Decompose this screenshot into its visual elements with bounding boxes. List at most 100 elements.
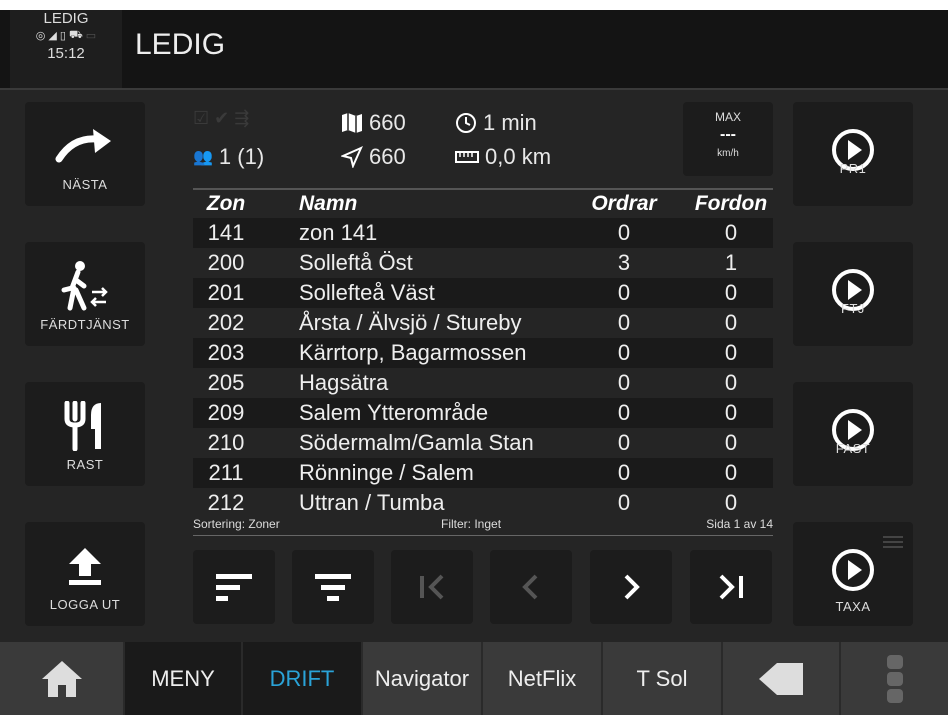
table-row[interactable]: 212 Uttran / Tumba 0 0 [193, 488, 773, 518]
chevron-right-icon [624, 574, 640, 600]
chevron-left-icon [522, 574, 538, 600]
app-screen: LEDIG ◎ ◢ ▯ ⛟ ▭ 15:12 LEDIG NÄSTA FÄRDTJ… [0, 10, 948, 715]
nav-drift[interactable]: DRIFT [243, 642, 363, 715]
time-value: 1 min [483, 110, 537, 135]
header-name[interactable]: Namn [259, 192, 559, 216]
table-row[interactable]: 203 Kärrtorp, Bagarmossen 0 0 [193, 338, 773, 368]
upload-icon [25, 540, 145, 592]
table-row[interactable]: 202 Årsta / Älvsjö / Stureby 0 0 [193, 308, 773, 338]
max-label: MAX [714, 110, 741, 124]
card-icon: ▭ [85, 30, 97, 42]
sort-status: Sortering: Zoner [193, 517, 280, 531]
table-row[interactable]: 141 zon 141 0 0 [193, 218, 773, 248]
play-circle-icon [793, 544, 913, 596]
cell-name: Årsta / Älvsjö / Stureby [299, 310, 522, 335]
first-page-icon [420, 574, 444, 600]
more-button[interactable] [841, 642, 948, 715]
next-button[interactable]: NÄSTA [25, 102, 145, 206]
cell-vehicles: 0 [724, 490, 738, 515]
cell-orders: 0 [617, 340, 631, 365]
nav-count: 660 [369, 144, 406, 169]
table-row[interactable]: 210 Södermalm/Gamla Stan 0 0 [193, 428, 773, 458]
nav-info: 660 [341, 144, 406, 170]
table-row[interactable]: 209 Salem Ytterområde 0 0 [193, 398, 773, 428]
pr1-button[interactable]: PR1 [793, 102, 913, 206]
cell-vehicles: 1 [724, 250, 738, 275]
person-walking-icon [25, 260, 145, 312]
next-page-button[interactable] [590, 550, 672, 624]
header-orders[interactable]: Ordrar [559, 192, 689, 216]
table-row[interactable]: 205 Hagsätra 0 0 [193, 368, 773, 398]
cell-orders: 0 [617, 310, 631, 335]
cell-orders: 0 [617, 280, 631, 305]
home-icon [41, 660, 82, 697]
filter-status: Filter: Inget [441, 517, 502, 531]
header-vehicles[interactable]: Fordon [689, 192, 773, 216]
cell-orders: 0 [617, 430, 631, 455]
cell-zone: 200 [207, 250, 245, 275]
status-time: 15:12 [47, 45, 85, 62]
back-button[interactable] [723, 642, 841, 715]
people-info: 👥 1 (1) [193, 144, 264, 170]
top-bar: LEDIG ◎ ◢ ▯ ⛟ ▭ 15:12 LEDIG [0, 10, 948, 90]
cell-name: Södermalm/Gamla Stan [299, 430, 534, 455]
car-icon: ⛟ [68, 29, 83, 41]
people-count: 1 (1) [218, 144, 265, 169]
filter-button[interactable] [292, 550, 374, 624]
cell-zone: 202 [207, 310, 245, 335]
home-button[interactable] [0, 642, 125, 715]
status-icons: ◎ ◢ ▯ ⛟ ▭ [10, 29, 122, 43]
table-row[interactable]: 200 Solleftå Öst 3 1 [193, 248, 773, 278]
nav-tsol[interactable]: T Sol [603, 642, 723, 715]
cell-vehicles: 0 [724, 280, 738, 305]
map-icon [342, 113, 362, 133]
nav-menu[interactable]: MENY [125, 642, 243, 715]
map-count: 660 [369, 110, 406, 135]
cell-zone: 211 [208, 460, 244, 485]
table-row[interactable]: 211 Rönninge / Salem 0 0 [193, 458, 773, 488]
ruler-icon [455, 151, 479, 163]
last-page-button[interactable] [690, 550, 772, 624]
fardtjanst-button[interactable]: FÄRDTJÄNST [25, 242, 145, 346]
rast-label: RAST [66, 457, 104, 472]
table-footer: Sortering: Zoner Filter: Inget Sida 1 av… [193, 517, 773, 536]
signal-icon: ◢ [48, 30, 57, 42]
logout-button[interactable]: LOGGA UT [25, 522, 145, 626]
sort-button[interactable] [193, 550, 275, 624]
cell-name: Kärrtorp, Bagarmossen [299, 340, 527, 365]
pr1-label: PR1 [839, 161, 867, 176]
cell-name: Rönninge / Salem [299, 460, 474, 485]
table-row[interactable]: 201 Sollefteå Väst 0 0 [193, 278, 773, 308]
time-info: 1 min [455, 110, 537, 136]
fast-label: FAST [835, 441, 871, 456]
cell-name: Sollefteå Väst [299, 280, 435, 305]
first-page-button[interactable] [391, 550, 473, 624]
cell-orders: 0 [617, 220, 631, 245]
cell-orders: 0 [617, 370, 631, 395]
distance-info: 0,0 km [455, 144, 551, 170]
cell-orders: 0 [617, 460, 631, 485]
sort-icon [216, 574, 252, 601]
cell-name: Uttran / Tumba [299, 490, 445, 515]
status-state: LEDIG [43, 10, 89, 27]
header-zone[interactable]: Zon [193, 192, 259, 216]
cell-vehicles: 0 [724, 310, 738, 335]
nav-navigator[interactable]: Navigator [363, 642, 483, 715]
bottom-nav: MENY DRIFT Navigator NetFlix T Sol [0, 642, 948, 715]
cell-name: Salem Ytterområde [299, 400, 489, 425]
page-title: LEDIG [135, 28, 226, 61]
rast-button[interactable]: RAST [25, 382, 145, 486]
cell-orders: 3 [617, 250, 631, 275]
nav-netflix[interactable]: NetFlix [483, 642, 603, 715]
max-unit: km/h [717, 148, 739, 159]
fast-button[interactable]: FAST [793, 382, 913, 486]
cell-vehicles: 0 [724, 400, 738, 425]
battery-icon: ▯ [59, 30, 66, 42]
next-label: NÄSTA [62, 177, 108, 192]
cell-vehicles: 0 [724, 370, 738, 395]
ftj-button[interactable]: FTJ [793, 242, 913, 346]
more-vertical-icon [886, 654, 903, 703]
taxa-button[interactable]: TAXA [793, 522, 913, 626]
prev-page-button[interactable] [490, 550, 572, 624]
ftj-label: FTJ [841, 301, 865, 316]
